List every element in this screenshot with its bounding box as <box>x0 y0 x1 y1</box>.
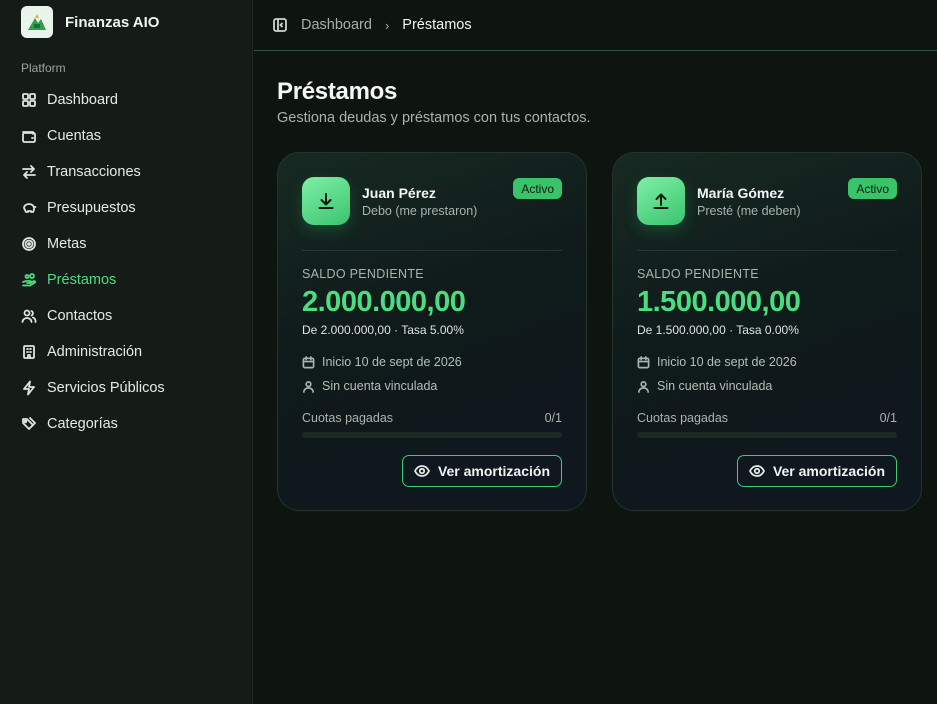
sidebar-item-label: Transacciones <box>47 164 141 180</box>
sidebar-group-label: Platform <box>21 61 66 75</box>
view-amortization-button[interactable]: Ver amortización <box>736 455 897 487</box>
grid-icon <box>21 92 37 108</box>
start-date: Inicio 10 de sept de 2026 <box>302 355 462 369</box>
sidebar-item-categorias[interactable]: Categorías <box>13 406 241 442</box>
loan-role: Presté (me deben) <box>697 204 801 218</box>
top-header: Dashboard › Préstamos <box>254 0 937 51</box>
user-icon <box>638 380 649 393</box>
loan-role: Debo (me prestaron) <box>362 204 478 218</box>
calendar-icon <box>302 355 315 368</box>
linked-account-text: Sin cuenta vinculada <box>657 379 773 393</box>
loan-card: Juan Pérez Debo (me prestaron) Activo SA… <box>277 152 587 511</box>
sidebar-item-label: Servicios Públicos <box>47 380 165 396</box>
quota-count: 0/1 <box>544 411 562 425</box>
user-icon <box>303 380 314 393</box>
start-date: Inicio 10 de sept de 2026 <box>637 355 797 369</box>
linked-account-text: Sin cuenta vinculada <box>322 379 438 393</box>
divider <box>637 250 897 251</box>
sidebar-item-label: Metas <box>47 236 87 252</box>
balance-label: SALDO PENDIENTE <box>302 267 424 281</box>
quota-label: Cuotas pagadas <box>302 411 394 425</box>
linked-account: Sin cuenta vinculada <box>302 379 437 393</box>
sidebar-item-label: Dashboard <box>47 92 118 108</box>
hand-coins-icon <box>21 272 37 288</box>
breadcrumb-item-dashboard[interactable]: Dashboard <box>301 17 372 33</box>
loan-contact-name: Juan Pérez <box>362 185 436 201</box>
start-date-text: Inicio 10 de sept de 2026 <box>322 355 462 369</box>
divider <box>302 250 562 251</box>
start-date-text: Inicio 10 de sept de 2026 <box>657 355 797 369</box>
app-logo-icon <box>21 6 53 38</box>
quota-progress-bar <box>637 432 897 438</box>
quota-progress-bar <box>302 432 562 438</box>
view-amortization-button[interactable]: Ver amortización <box>401 455 562 487</box>
sidebar-item-administracion[interactable]: Administración <box>13 334 241 370</box>
wallet-icon <box>21 128 37 144</box>
breadcrumb: Dashboard › Préstamos <box>301 17 472 33</box>
balance-detail: De 2.000.000,00 · Tasa 5.00% <box>302 323 464 337</box>
piggy-bank-icon <box>21 200 37 216</box>
sidebar-item-dashboard[interactable]: Dashboard <box>13 82 241 118</box>
sidebar-item-servicios-publicos[interactable]: Servicios Públicos <box>13 370 241 406</box>
linked-account: Sin cuenta vinculada <box>637 379 772 393</box>
balance-detail: De 1.500.000,00 · Tasa 0.00% <box>637 323 799 337</box>
balance-value: 1.500.000,00 <box>637 286 801 318</box>
loan-card: María Gómez Presté (me deben) Activo SAL… <box>612 152 922 511</box>
sidebar-item-label: Contactos <box>47 308 113 324</box>
balance-label: SALDO PENDIENTE <box>637 267 759 281</box>
quota-label: Cuotas pagadas <box>637 411 729 425</box>
brand[interactable]: Finanzas AIO <box>0 2 252 42</box>
app-name: Finanzas AIO <box>65 13 160 31</box>
status-badge: Activo <box>848 178 897 199</box>
arrows-left-right-icon <box>21 164 37 180</box>
sidebar-item-label: Presupuestos <box>47 200 136 216</box>
eye-icon <box>414 465 430 477</box>
sidebar-item-metas[interactable]: Metas <box>13 226 241 262</box>
upload-icon <box>637 177 685 225</box>
eye-icon <box>749 465 765 477</box>
balance-value: 2.000.000,00 <box>302 286 466 318</box>
sidebar-item-prestamos[interactable]: Préstamos <box>13 262 241 298</box>
view-amortization-label: Ver amortización <box>772 463 885 479</box>
sidebar-item-label: Administración <box>47 344 143 360</box>
page-subtitle: Gestiona deudas y préstamos con tus cont… <box>277 110 591 126</box>
zap-icon <box>21 380 37 396</box>
sidebar-nav: Dashboard Cuentas Transacciones Presupue… <box>13 82 241 442</box>
sidebar-item-label: Préstamos <box>47 272 117 288</box>
loan-contact-name: María Gómez <box>697 185 785 201</box>
status-badge: Activo <box>513 178 562 199</box>
sidebar: Finanzas AIO Platform Dashboard Cuentas … <box>0 0 253 704</box>
sidebar-item-contactos[interactable]: Contactos <box>13 298 241 334</box>
breadcrumb-item-current: Préstamos <box>402 17 472 33</box>
chevron-right-icon: › <box>384 17 390 33</box>
sidebar-item-cuentas[interactable]: Cuentas <box>13 118 241 154</box>
building-icon <box>21 344 37 360</box>
page-title: Préstamos <box>277 78 398 105</box>
download-icon <box>302 177 350 225</box>
users-icon <box>21 308 37 324</box>
sidebar-item-transacciones[interactable]: Transacciones <box>13 154 241 190</box>
target-icon <box>21 236 37 252</box>
tags-icon <box>21 416 37 432</box>
quota-count: 0/1 <box>879 411 897 425</box>
sidebar-toggle-icon[interactable] <box>272 17 288 33</box>
sidebar-item-label: Cuentas <box>47 128 102 144</box>
sidebar-item-label: Categorías <box>47 416 118 432</box>
sidebar-item-presupuestos[interactable]: Presupuestos <box>13 190 241 226</box>
calendar-icon <box>637 355 650 368</box>
view-amortization-label: Ver amortización <box>437 463 550 479</box>
